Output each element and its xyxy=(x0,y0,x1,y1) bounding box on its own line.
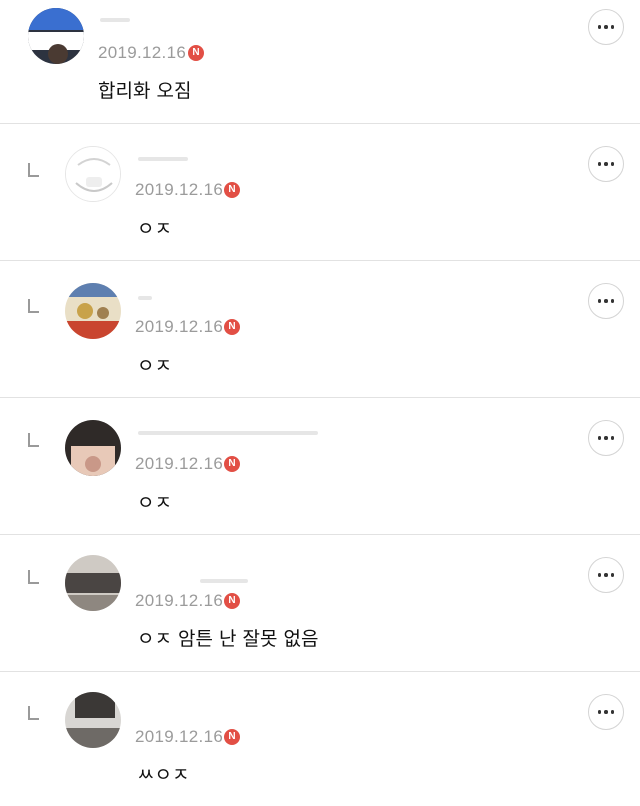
reply-item: 2019.12.16 N ㅇㅈ xyxy=(0,124,640,261)
reply-item: 2019.12.16 N ㅆㅇㅈ xyxy=(0,672,640,806)
comment-text: ㅆㅇㅈ xyxy=(137,764,190,786)
new-badge: N xyxy=(188,45,204,61)
comment-date: 2019.12.16 xyxy=(135,454,224,473)
comment-date: 2019.12.16 xyxy=(135,317,224,336)
username-redacted xyxy=(100,18,130,22)
more-options-icon xyxy=(597,162,602,166)
comment-date: 2019.12.16 xyxy=(135,727,224,746)
more-options-icon xyxy=(597,573,602,577)
username-redacted xyxy=(138,296,152,300)
comment-text: ㅇㅈ 암튼 난 잘못 없음 xyxy=(137,628,319,650)
comment-text: ㅇㅈ xyxy=(137,218,172,240)
new-badge: N xyxy=(224,182,240,198)
comment-item: 2019.12.16 N 합리화 오짐 xyxy=(0,0,640,124)
new-badge: N xyxy=(224,319,240,335)
avatar[interactable] xyxy=(65,692,121,748)
more-options-button[interactable] xyxy=(588,283,624,319)
username-redacted xyxy=(138,157,188,161)
avatar[interactable] xyxy=(65,420,121,476)
comment-date: 2019.12.16 xyxy=(135,591,224,610)
reply-item: 2019.12.16 N ㅇㅈ xyxy=(0,261,640,398)
more-options-button[interactable] xyxy=(588,9,624,45)
more-options-icon xyxy=(597,710,602,714)
reply-arrow-icon xyxy=(28,163,39,177)
more-options-button[interactable] xyxy=(588,694,624,730)
more-options-button[interactable] xyxy=(588,420,624,456)
comment-date: 2019.12.16 xyxy=(135,180,224,199)
new-badge: N xyxy=(224,593,240,609)
username-redacted xyxy=(200,579,248,583)
avatar[interactable] xyxy=(28,8,84,64)
more-options-icon xyxy=(597,299,602,303)
reply-arrow-icon xyxy=(28,570,39,584)
more-options-button[interactable] xyxy=(588,146,624,182)
comment-text: ㅇㅈ xyxy=(137,492,172,514)
username-redacted xyxy=(138,431,318,435)
reply-arrow-icon xyxy=(28,706,39,720)
reply-arrow-icon xyxy=(28,433,39,447)
more-options-button[interactable] xyxy=(588,557,624,593)
reply-item: 2019.12.16 N ㅇㅈ xyxy=(0,398,640,535)
more-options-icon xyxy=(597,436,602,440)
reply-item: 2019.12.16 N ㅇㅈ 암튼 난 잘못 없음 xyxy=(0,535,640,672)
reply-arrow-icon xyxy=(28,299,39,313)
avatar[interactable] xyxy=(65,146,121,202)
new-badge: N xyxy=(224,729,240,745)
comment-text: ㅇㅈ xyxy=(137,355,172,377)
avatar[interactable] xyxy=(65,555,121,611)
comment-date: 2019.12.16 xyxy=(98,43,187,62)
more-options-icon xyxy=(597,25,602,29)
avatar[interactable] xyxy=(65,283,121,339)
comment-text: 합리화 오짐 xyxy=(98,80,192,102)
new-badge: N xyxy=(224,456,240,472)
